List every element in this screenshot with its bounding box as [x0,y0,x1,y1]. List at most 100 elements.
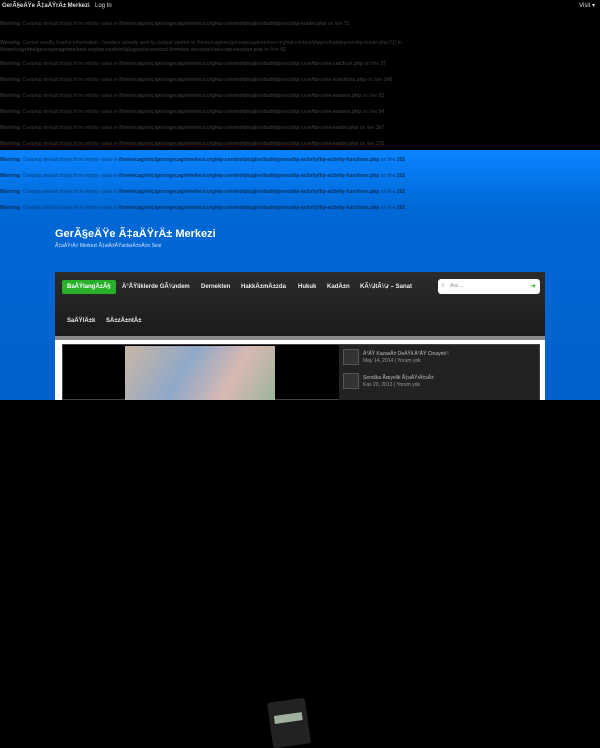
warning-on: on line [362,61,381,67]
warning-line: 167 [375,125,385,131]
php-warning: Warning: Cannot modify header informatio… [0,40,402,54]
warning-msg: : Creating default object from empty val… [19,125,120,131]
site-tagline: Ã‡aÄŸrÄ± Merkezi Ã‡alÄ±ÅŸanlarÄ±nÄ±n Ses… [55,243,162,249]
search-input[interactable]: ⚲ Ara ... ➜ [438,279,540,294]
warning-file: /home/cagrimc/gercegecagrimerkezi.org/wp… [119,61,363,67]
php-warning: Warning: Creating default object from em… [0,173,405,180]
warning-msg: : Creating default object from empty val… [19,109,120,115]
warning-msg: : Creating default object from empty val… [19,61,120,67]
warning-msg: : Creating default object from empty val… [19,93,120,99]
recent-posts-list: Ä°ÅŸ KazasÄ± DeÄŸil Ä°ÅŸ Cinayeti ! May … [339,345,539,400]
warning-msg: : Creating default object from empty val… [19,173,120,179]
php-warning: Warning: Creating default object from em… [0,109,384,116]
nav-item-sizinti[interactable]: SÄ±zÄ±ntÄ± [106,318,142,324]
nav-item-hukuk[interactable]: Hukuk [298,284,316,290]
search-icon: ⚲ [441,283,445,289]
php-warning: Warning: Creating default object from em… [0,141,384,148]
warning-file: /home/cagrimc/gercegecagrimerkezi.org/wp… [119,125,359,131]
nav-item-gundem[interactable]: Ä°ÅŸliklerde GÃ¼ndem [122,284,190,290]
warning-on: on line [379,157,397,163]
warning-msg: : Creating default object from empty val… [19,141,120,147]
php-warning: Warning: Creating default object from em… [0,77,392,84]
admin-bar-site-link[interactable]: GerÃ§eÄŸe Ã‡aÄŸrÄ± Merkezi [2,0,90,13]
search-placeholder: Ara ... [450,283,464,289]
nav-item-dernekten[interactable]: Dernekten [201,284,230,290]
post-title[interactable]: Sendika Ãœyelik Ã‡aÄŸrÄ±sÄ± [363,375,434,381]
warning-line: 172 [375,141,385,147]
post-thumbnail [343,373,359,389]
warning-on: on line [379,189,397,195]
warning-line: 92 [280,47,286,53]
warning-file: /home/cagrimc/gercegecagrimerkezi.org/wp… [119,205,380,211]
calculator-image [266,697,312,748]
warning-line: 52 [378,93,385,99]
main-nav: BaÅŸlangÄ±Ã§ Ä°ÅŸliklerde GÃ¼ndem Dernek… [55,272,545,336]
warning-label: Warning [0,109,20,115]
warning-file: /home/cagrimc/gercegecagrimerkezi.org/wp… [119,93,362,99]
warning-on: on line [326,21,344,27]
admin-bar: GerÃ§eÄŸe Ã‡aÄŸrÄ± Merkezi Log In Visit … [0,0,600,13]
warning-msg: : Creating default object from empty val… [19,189,120,195]
search-submit-arrow-icon[interactable]: ➜ [530,279,536,294]
warning-line: 71 [343,21,350,27]
warning-file: /home/cagrimc/gercegecagrimerkezi.org/wp… [119,141,359,147]
warning-file: /home/cagrimc/gercegecagrimerkezi.org/wp… [119,77,367,83]
php-warning: Warning: Creating default object from em… [0,61,386,68]
warning-label: Warning [0,205,20,211]
warning-on: on line [379,205,397,211]
warning-label: Warning [0,77,20,83]
warning-file: /home/cagrimc/gercegecagrimerkezi.org/wp… [119,157,380,163]
warning-label: Warning [0,125,20,131]
warning-on: on line [358,125,376,131]
warning-line: 37 [380,61,387,67]
post-thumbnail [343,349,359,365]
nav-item-home[interactable]: BaÅŸlangÄ±Ã§ [62,280,116,294]
warning-line: 54 [378,109,385,115]
warning-on: on line [379,173,397,179]
warning-file: /home/cagrimc/gercegecagrimerkezi.org/wp… [119,189,380,195]
php-warning: Warning: Creating default object from em… [0,157,405,164]
warning-label: Warning [0,61,20,67]
warning-line: 202 [396,205,406,211]
warning-line: 202 [396,157,406,163]
warning-on: on line [361,93,379,99]
nav-item-saglik[interactable]: SaÄŸlÄ±k [67,318,95,324]
warning-label: Warning [0,173,20,179]
warning-line: 202 [396,189,406,195]
warning-msg: : Creating default object from empty val… [19,21,120,27]
php-warning: Warning: Creating default object from em… [0,205,405,212]
warning-label: Warning [0,157,20,163]
warning-file: /home/cagrimc/gercegecagrimerkezi.org/wp… [119,173,380,179]
post-meta: Kas 20, 2013 | Yorum yok [363,382,420,388]
site-title[interactable]: GerÃ§eÄŸe Ã‡aÄŸrÄ± Merkezi [55,228,216,240]
warning-on: on line [262,47,281,53]
php-warning: Warning: Creating default object from em… [0,93,384,100]
warning-on: on line [361,109,379,115]
warning-label: Warning [0,93,20,99]
warning-label: Warning [0,189,20,195]
warning-file: /home/cagrimc/gercegecagrimerkezi.org/wp… [119,21,327,27]
featured-image[interactable] [125,346,312,748]
php-warning: Warning: Creating default object from em… [0,189,405,196]
post-meta: May 14, 2014 | Yorum yok [363,358,421,364]
login-link[interactable]: Log In [95,0,112,13]
post-title[interactable]: Ä°ÅŸ KazasÄ± DeÄŸil Ä°ÅŸ Cinayeti ! [363,351,449,357]
warning-label: Warning [0,40,20,46]
nav-item-kultur-sanat[interactable]: KÃ¼ltÃ¼r – Sanat [360,284,412,290]
warning-label: Warning [0,21,20,27]
warning-msg: : Cannot modify header information - hea… [19,40,402,46]
warning-label: Warning [0,141,20,147]
php-warning: Warning: Creating default object from em… [0,21,349,28]
warning-on: on line [366,77,384,83]
warning-line: 202 [396,173,406,179]
php-warning: Warning: Creating default object from em… [0,125,384,132]
warning-msg: : Creating default object from empty val… [19,77,120,83]
warning-msg: : Creating default object from empty val… [19,157,120,163]
visit-menu[interactable]: Visit ▾ [579,0,595,13]
warning-msg: : Creating default object from empty val… [19,205,120,211]
nav-item-kadin[interactable]: KadÄ±n [327,284,350,290]
warning-file: /home/cagrimc/gercegecagrimerkezi.org/wp… [119,109,362,115]
warning-line: 148 [383,77,392,83]
warning-on: on line [358,141,376,147]
nav-item-hakkimizda[interactable]: HakkÄ±mÄ±zda [241,284,286,290]
